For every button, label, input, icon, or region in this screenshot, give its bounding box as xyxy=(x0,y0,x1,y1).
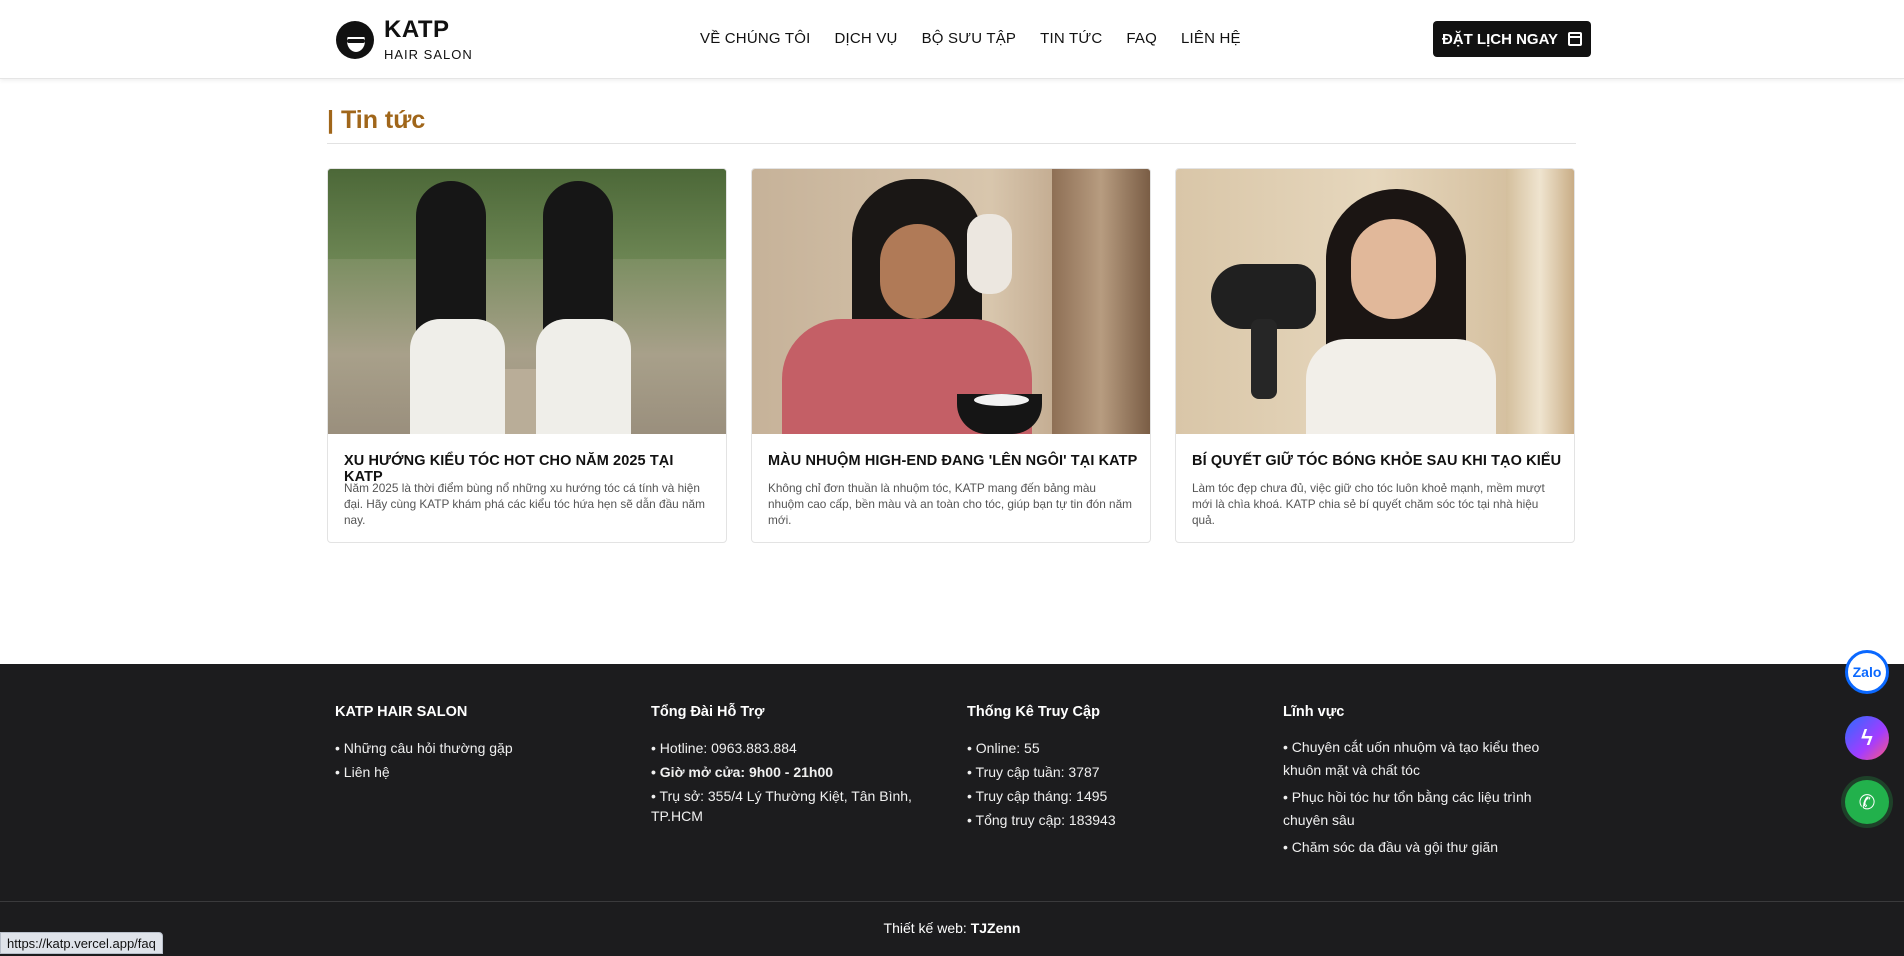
nav-item-news[interactable]: TIN TỨC xyxy=(1040,30,1102,47)
news-title[interactable]: MÀU NHUỘM HIGH-END ĐANG 'LÊN NGÔI' TẠI K… xyxy=(768,453,1138,469)
brand-name: KATP xyxy=(384,16,450,43)
main-nav: VỀ CHÚNG TÔI DỊCH VỤ BỘ SƯU TẬP TIN TỨC … xyxy=(700,30,1265,47)
credit-prefix: Thiết kế web: xyxy=(883,920,971,936)
stat-week: • Truy cập tuần: 3787 xyxy=(967,764,1100,780)
footer-heading: KATP HAIR SALON xyxy=(335,704,468,720)
news-excerpt: Năm 2025 là thời điểm bùng nổ những xu h… xyxy=(344,481,705,527)
news-excerpt: Không chỉ đơn thuần là nhuộm tóc, KATP m… xyxy=(768,481,1133,527)
footer-col-fields: Lĩnh vực • Chuyên cắt uốn nhuộm và tạo k… xyxy=(1283,704,1568,863)
nav-item-about[interactable]: VỀ CHÚNG TÔI xyxy=(700,30,810,47)
designer-credit: Thiết kế web: TJZenn xyxy=(0,920,1904,936)
book-now-label: ĐẶT LỊCH NGAY xyxy=(1441,30,1559,48)
footer-col-brand: KATP HAIR SALON • Những câu hỏi thường g… xyxy=(335,704,635,784)
news-title[interactable]: BÍ QUYẾT GIỮ TÓC BÓNG KHỎE SAU KHI TẠO K… xyxy=(1192,453,1562,469)
credit-name[interactable]: TJZenn xyxy=(971,920,1021,936)
link-preview-statusbar: https://katp.vercel.app/faq xyxy=(0,932,163,954)
footer-hotline[interactable]: • Hotline: 0963.883.884 xyxy=(651,736,921,760)
footer-link-faq[interactable]: • Những câu hỏi thường gặp xyxy=(335,736,635,760)
messenger-icon: ϟ xyxy=(1861,725,1873,750)
brand-subtitle: HAIR SALON xyxy=(384,47,473,62)
section-title: | Tin tức xyxy=(327,106,426,134)
brand-logo[interactable]: KATP HAIR SALON xyxy=(336,18,473,62)
footer-heading: Lĩnh vực xyxy=(1283,704,1345,720)
logo-mark-icon xyxy=(336,21,374,59)
news-card[interactable]: MÀU NHUỘM HIGH-END ĐANG 'LÊN NGÔI' TẠI K… xyxy=(751,168,1151,543)
footer-heading: Thống Kê Truy Cập xyxy=(967,704,1100,720)
messenger-button[interactable]: ϟ xyxy=(1845,716,1889,760)
footer-col-stats: Thống Kê Truy Cập • Online: 55 • Truy cậ… xyxy=(967,704,1267,832)
footer-divider xyxy=(0,901,1904,902)
nav-item-faq[interactable]: FAQ xyxy=(1126,30,1157,47)
site-footer: KATP HAIR SALON • Những câu hỏi thường g… xyxy=(0,664,1904,956)
footer-link-contact[interactable]: • Liên hệ xyxy=(335,760,635,784)
stat-total: • Tổng truy cập: 183943 xyxy=(967,812,1116,828)
stat-online: • Online: 55 xyxy=(967,740,1040,756)
site-header: KATP HAIR SALON VỀ CHÚNG TÔI DỊCH VỤ BỘ … xyxy=(0,0,1904,79)
field-item: • Chuyên cắt uốn nhuộm và tạo kiểu theo … xyxy=(1283,739,1540,778)
news-image[interactable] xyxy=(752,169,1150,434)
nav-item-contact[interactable]: LIÊN HỆ xyxy=(1181,30,1241,47)
calendar-icon xyxy=(1568,32,1583,46)
footer-address: • Trụ sở: 355/4 Lý Thường Kiệt, Tân Bình… xyxy=(651,788,912,824)
field-item: • Phục hồi tóc hư tổn bằng các liệu trìn… xyxy=(1283,789,1532,828)
nav-item-services[interactable]: DỊCH VỤ xyxy=(834,30,897,47)
footer-col-support: Tổng Đài Hỗ Trợ • Hotline: 0963.883.884 … xyxy=(651,704,921,826)
phone-button[interactable]: ✆ xyxy=(1845,780,1889,824)
section-divider xyxy=(327,143,1576,144)
footer-hours: • Giờ mở cửa: 9h00 - 21h00 xyxy=(651,764,834,780)
field-item: • Chăm sóc da đầu và gội thư giãn xyxy=(1283,839,1499,855)
news-image[interactable] xyxy=(1176,169,1574,434)
news-card[interactable]: BÍ QUYẾT GIỮ TÓC BÓNG KHỎE SAU KHI TẠO K… xyxy=(1175,168,1575,543)
news-card[interactable]: XU HƯỚNG KIỂU TÓC HOT CHO NĂM 2025 TẠI K… xyxy=(327,168,727,543)
phone-icon: ✆ xyxy=(1858,791,1876,814)
nav-item-collection[interactable]: BỘ SƯU TẬP xyxy=(922,30,1017,47)
zalo-button[interactable]: Zalo xyxy=(1845,650,1889,694)
zalo-label: Zalo xyxy=(1852,664,1882,680)
book-now-button[interactable]: ĐẶT LỊCH NGAY xyxy=(1433,21,1591,57)
news-excerpt: Làm tóc đẹp chưa đủ, việc giữ cho tóc lu… xyxy=(1192,481,1545,527)
stat-month: • Truy cập tháng: 1495 xyxy=(967,788,1108,804)
footer-heading: Tổng Đài Hỗ Trợ xyxy=(651,704,765,720)
news-image[interactable] xyxy=(328,169,726,434)
